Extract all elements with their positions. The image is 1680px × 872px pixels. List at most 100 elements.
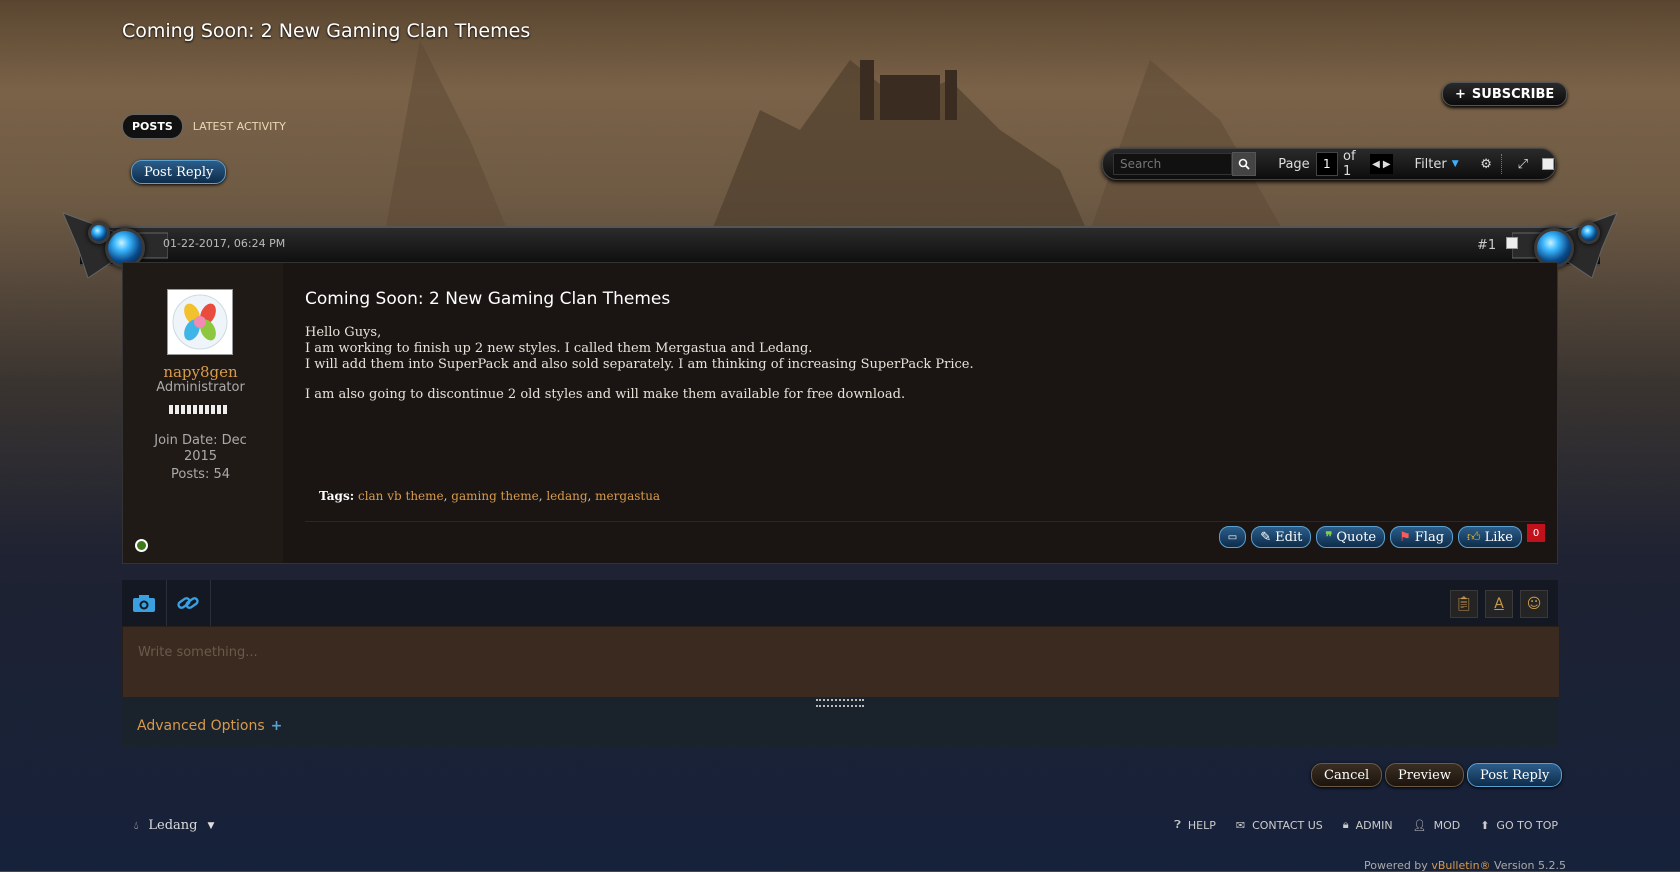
page-label: Page: [1278, 156, 1310, 172]
footer-link-label: GO TO TOP: [1496, 818, 1558, 832]
filter-dropdown[interactable]: Filter ▼: [1415, 157, 1459, 172]
tag-link[interactable]: gaming theme: [451, 489, 538, 503]
comment-icon: ▭: [1227, 531, 1238, 543]
thumbs-up-icon: 👍︎: [1467, 529, 1481, 545]
tag-link[interactable]: clan vb theme: [358, 489, 444, 503]
username[interactable]: napy8gen: [123, 363, 278, 381]
avatar[interactable]: [167, 289, 233, 355]
resize-grip[interactable]: [816, 699, 864, 707]
plus-icon: +: [270, 718, 283, 734]
editor-toolbar: 📋︎ A ☺: [122, 580, 1558, 626]
powered-prefix: Powered by: [1364, 859, 1432, 872]
edit-button[interactable]: ✎ Edit: [1251, 526, 1312, 548]
post-date: 01-22-2017, 06:24 PM: [163, 237, 286, 250]
page-arrows: ◀ ▶: [1370, 154, 1393, 174]
paste-icon[interactable]: 📋︎: [1450, 590, 1478, 618]
lock-icon: 🔒︎: [1342, 818, 1349, 831]
like-label: Like: [1484, 529, 1513, 545]
link-icon: [177, 597, 199, 609]
post-count: Posts: 54: [170, 467, 231, 482]
avatar-logo-icon: [172, 294, 228, 350]
preview-button[interactable]: Preview: [1385, 763, 1464, 787]
post-line: I am also going to discontinue 2 old sty…: [305, 387, 906, 402]
tab-latest-activity[interactable]: LATEST ACTIVITY: [193, 120, 286, 133]
post-reply-button[interactable]: Post Reply: [1467, 763, 1563, 787]
style-name: Ledang: [148, 818, 198, 833]
reply-editor[interactable]: Write something...: [122, 626, 1560, 698]
footer-link-label: ADMIN: [1355, 818, 1393, 832]
footer-top-link[interactable]: ⬆ GO TO TOP: [1480, 818, 1558, 832]
advanced-options-label: Advanced Options: [137, 718, 265, 734]
post-line: [305, 373, 974, 387]
search-icon: [1238, 158, 1250, 170]
caret-down-icon: ▼: [207, 820, 215, 831]
post-header-bar: [80, 226, 1600, 266]
search-button[interactable]: [1232, 152, 1257, 176]
footer-admin-link[interactable]: 🔒︎ ADMIN: [1343, 818, 1393, 832]
subscribe-label: SUBSCRIBE: [1471, 86, 1555, 102]
post-text: Hello Guys, I am working to finish up 2 …: [305, 325, 974, 403]
expand-icon[interactable]: ⤢: [1515, 156, 1530, 172]
rank-bar: [169, 405, 229, 414]
post-title: Coming Soon: 2 New Gaming Clan Themes: [305, 289, 671, 309]
advanced-options-toggle[interactable]: Advanced Options +: [137, 718, 282, 734]
select-all-checkbox[interactable]: [1540, 156, 1555, 172]
tags-label: Tags:: [319, 489, 355, 503]
prev-page-icon[interactable]: ◀: [1372, 159, 1380, 170]
right-small-orb: [1578, 222, 1600, 244]
post-number-label[interactable]: #1: [1477, 238, 1496, 253]
footer-links: ❓︎ HELP ✉ CONTACT US 🔒︎ ADMIN 👤︎ MOD ⬆ GO TO …: [1174, 818, 1558, 832]
post-select-checkbox[interactable]: [1506, 237, 1519, 249]
subscribe-button[interactable]: + SUBSCRIBE: [1442, 82, 1568, 106]
cancel-button[interactable]: Cancel: [1311, 763, 1383, 787]
pencil-icon: ✎: [1260, 529, 1272, 545]
editor-placeholder: Write something...: [138, 645, 258, 660]
post: napy8gen Administrator Join Date: Dec 20…: [122, 262, 1558, 564]
quote-icon: ❞: [1325, 529, 1333, 545]
user-info-panel: napy8gen Administrator Join Date: Dec 20…: [123, 263, 283, 563]
comment-button[interactable]: ▭: [1218, 526, 1247, 548]
like-button[interactable]: 👍︎ Like: [1458, 526, 1522, 548]
edit-label: Edit: [1275, 529, 1303, 545]
insert-link-button[interactable]: [166, 580, 211, 626]
footer-link-label: HELP: [1187, 818, 1216, 832]
left-small-orb: [88, 222, 110, 244]
thread-toolbar: Page 1 of 1 ◀ ▶ Filter ▼ ⚙ ⤢: [1102, 148, 1556, 180]
quote-button[interactable]: ❞ Quote: [1316, 526, 1386, 548]
post-line: I am working to finish up 2 new styles. …: [305, 341, 813, 356]
like-count-badge: 0: [1527, 524, 1545, 542]
flag-label: Flag: [1414, 529, 1445, 545]
tag-link[interactable]: mergastua: [595, 489, 660, 503]
footer-help-link[interactable]: ❓︎ HELP: [1174, 818, 1216, 832]
post-reply-top-button[interactable]: Post Reply: [131, 160, 227, 184]
search-input[interactable]: [1113, 153, 1232, 175]
next-page-icon[interactable]: ▶: [1383, 159, 1391, 170]
drop-icon: 💧︎: [134, 818, 139, 832]
camera-icon: [133, 595, 155, 612]
footer-contact-link[interactable]: ✉ CONTACT US: [1236, 818, 1323, 832]
page-number-input[interactable]: 1: [1315, 152, 1339, 176]
tag-link[interactable]: ledang: [546, 489, 587, 503]
flag-button[interactable]: ⚑ Flag: [1390, 526, 1454, 548]
toolbar-divider: [1501, 154, 1503, 174]
smiley-icon[interactable]: ☺: [1520, 590, 1548, 618]
powered-version: Version 5.2.5: [1490, 859, 1566, 872]
envelope-icon: ✉: [1235, 818, 1246, 832]
arrow-up-icon: ⬆: [1480, 818, 1490, 832]
plus-icon: +: [1455, 86, 1466, 102]
footer-mod-link[interactable]: 👤︎ MOD: [1413, 818, 1461, 832]
text-format-icon[interactable]: A: [1485, 590, 1513, 618]
style-selector[interactable]: 💧︎ Ledang ▼: [134, 818, 214, 833]
tab-posts[interactable]: POSTS: [122, 114, 183, 139]
vbulletin-link[interactable]: vBulletin®: [1431, 859, 1490, 872]
footer-link-label: CONTACT US: [1252, 818, 1323, 832]
powered-by: Powered by vBulletin® Version 5.2.5: [1364, 859, 1566, 872]
post-line: Hello Guys,: [305, 325, 382, 340]
page-title: Coming Soon: 2 New Gaming Clan Themes: [122, 20, 531, 42]
quote-label: Quote: [1336, 529, 1377, 545]
online-status-icon: [135, 539, 148, 552]
thread-tabs: POSTS LATEST ACTIVITY: [122, 114, 286, 139]
tags-row: Tags: clan vb theme, gaming theme, ledan…: [319, 489, 661, 503]
gear-icon[interactable]: ⚙: [1479, 156, 1494, 172]
insert-photo-button[interactable]: [122, 580, 167, 626]
